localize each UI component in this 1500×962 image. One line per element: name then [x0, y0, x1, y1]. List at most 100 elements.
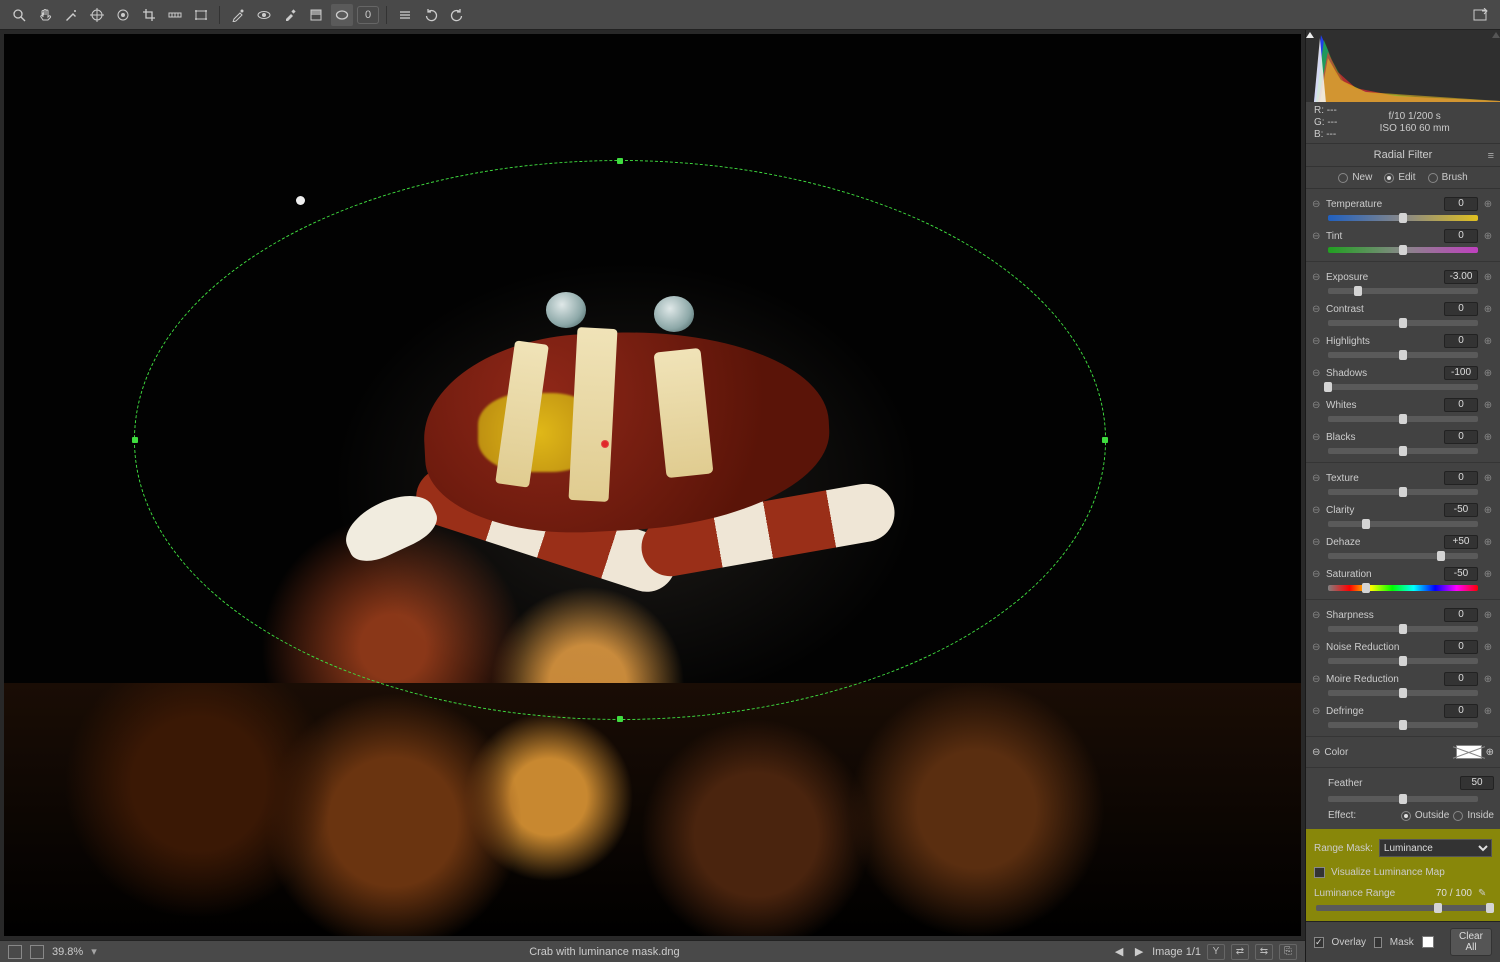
target-adjust-tool-icon[interactable] — [112, 4, 134, 26]
adjustment-brush-tool-icon[interactable] — [279, 4, 301, 26]
blacks-value[interactable]: 0 — [1444, 430, 1478, 444]
graduated-filter-tool-icon[interactable] — [305, 4, 327, 26]
copy-settings-icon[interactable]: ⎘ — [1279, 944, 1297, 960]
sharpness-slider[interactable] — [1328, 626, 1478, 632]
zoom-level[interactable]: 39.8% — [52, 946, 83, 958]
toggle-icon[interactable]: ⊖ — [1312, 642, 1322, 652]
toggle-icon[interactable]: ⊖ — [1312, 706, 1322, 716]
tint-value[interactable]: 0 — [1444, 229, 1478, 243]
rotate-ccw-icon[interactable] — [420, 4, 442, 26]
hand-tool-icon[interactable] — [34, 4, 56, 26]
open-image-icon[interactable] — [1470, 4, 1492, 26]
shadows-menu-icon[interactable]: ⊕ — [1482, 368, 1494, 379]
defringe-menu-icon[interactable]: ⊕ — [1482, 706, 1494, 717]
straighten-tool-icon[interactable] — [164, 4, 186, 26]
rotate-cw-icon[interactable] — [446, 4, 468, 26]
view-single-icon[interactable] — [30, 945, 44, 959]
toggle-icon[interactable]: ⊖ — [1312, 747, 1320, 758]
transform-tool-icon[interactable] — [190, 4, 212, 26]
whites-slider[interactable] — [1328, 416, 1478, 422]
menu-icon[interactable] — [394, 4, 416, 26]
moire-slider[interactable] — [1328, 690, 1478, 696]
toggle-icon[interactable]: ⊖ — [1312, 304, 1322, 314]
exposure-menu-icon[interactable]: ⊕ — [1482, 272, 1494, 283]
prev-image-icon[interactable]: ◀ — [1112, 945, 1126, 958]
moire-value[interactable]: 0 — [1444, 672, 1478, 686]
histogram[interactable] — [1306, 30, 1500, 102]
toggle-icon[interactable]: ⊖ — [1312, 272, 1322, 282]
highlights-menu-icon[interactable]: ⊕ — [1482, 336, 1494, 347]
moire-menu-icon[interactable]: ⊕ — [1482, 674, 1494, 685]
color-menu-icon[interactable]: ⊕ — [1486, 747, 1494, 758]
noise-menu-icon[interactable]: ⊕ — [1482, 642, 1494, 653]
exposure-value[interactable]: -3.00 — [1444, 270, 1478, 284]
temperature-menu-icon[interactable]: ⊕ — [1482, 199, 1494, 210]
panel-menu-icon[interactable]: ≡ — [1488, 150, 1494, 162]
sliders-scroll[interactable]: ⊖ Temperature 0 ⊕ ⊖ Tint 0 ⊕ ⊖ Exposure … — [1306, 189, 1500, 921]
color-swatch[interactable] — [1456, 745, 1482, 759]
feather-value[interactable]: 50 — [1460, 776, 1494, 790]
luminance-range-slider[interactable] — [1316, 905, 1490, 911]
contrast-menu-icon[interactable]: ⊕ — [1482, 304, 1494, 315]
compare-icon[interactable]: ⇄ — [1231, 944, 1249, 960]
exposure-slider[interactable] — [1328, 288, 1478, 294]
saturation-slider[interactable] — [1328, 585, 1478, 591]
temperature-value[interactable]: 0 — [1444, 197, 1478, 211]
whites-menu-icon[interactable]: ⊕ — [1482, 400, 1494, 411]
toggle-icon[interactable]: ⊖ — [1312, 505, 1322, 515]
range-mask-select[interactable]: Luminance — [1379, 839, 1492, 857]
clear-all-button[interactable]: Clear All — [1450, 928, 1492, 956]
zoom-tool-icon[interactable] — [8, 4, 30, 26]
temperature-slider[interactable] — [1328, 215, 1478, 221]
contrast-slider[interactable] — [1328, 320, 1478, 326]
mask-color-swatch[interactable] — [1422, 936, 1434, 948]
overlay-checkbox[interactable] — [1314, 937, 1324, 948]
dehaze-slider[interactable] — [1328, 553, 1478, 559]
saturation-value[interactable]: -50 — [1444, 567, 1478, 581]
blacks-menu-icon[interactable]: ⊕ — [1482, 432, 1494, 443]
toggle-icon[interactable]: ⊖ — [1312, 537, 1322, 547]
dehaze-menu-icon[interactable]: ⊕ — [1482, 537, 1494, 548]
sharpness-value[interactable]: 0 — [1444, 608, 1478, 622]
toggle-icon[interactable]: ⊖ — [1312, 432, 1322, 442]
color-sampler-tool-icon[interactable] — [86, 4, 108, 26]
contrast-value[interactable]: 0 — [1444, 302, 1478, 316]
clarity-menu-icon[interactable]: ⊕ — [1482, 505, 1494, 516]
toggle-icon[interactable]: ⊖ — [1312, 199, 1322, 209]
texture-menu-icon[interactable]: ⊕ — [1482, 473, 1494, 484]
defringe-slider[interactable] — [1328, 722, 1478, 728]
before-after-y-icon[interactable]: Y — [1207, 944, 1225, 960]
swap-icon[interactable]: ⇆ — [1255, 944, 1273, 960]
sharpness-menu-icon[interactable]: ⊕ — [1482, 610, 1494, 621]
redeye-tool-icon[interactable] — [253, 4, 275, 26]
radial-filter-tool-icon[interactable] — [331, 4, 353, 26]
visualize-luminance-checkbox[interactable] — [1314, 867, 1325, 878]
crop-tool-icon[interactable] — [138, 4, 160, 26]
tool-option-value[interactable]: 0 — [357, 6, 379, 24]
white-balance-tool-icon[interactable] — [60, 4, 82, 26]
toggle-icon[interactable]: ⊖ — [1312, 336, 1322, 346]
clarity-value[interactable]: -50 — [1444, 503, 1478, 517]
texture-slider[interactable] — [1328, 489, 1478, 495]
toggle-icon[interactable]: ⊖ — [1312, 569, 1322, 579]
toggle-icon[interactable]: ⊖ — [1312, 231, 1322, 241]
shadows-slider[interactable] — [1328, 384, 1478, 390]
filter-pin-active[interactable] — [601, 440, 609, 448]
tint-menu-icon[interactable]: ⊕ — [1482, 231, 1494, 242]
view-grid-icon[interactable] — [8, 945, 22, 959]
blacks-slider[interactable] — [1328, 448, 1478, 454]
tint-slider[interactable] — [1328, 247, 1478, 253]
texture-value[interactable]: 0 — [1444, 471, 1478, 485]
noise-value[interactable]: 0 — [1444, 640, 1478, 654]
image-canvas[interactable] — [4, 34, 1301, 936]
effect-outside[interactable]: Outside — [1401, 810, 1449, 821]
toggle-icon[interactable]: ⊖ — [1312, 473, 1322, 483]
dehaze-value[interactable]: +50 — [1444, 535, 1478, 549]
luminance-eyedropper-icon[interactable]: ✎ — [1478, 888, 1492, 899]
saturation-menu-icon[interactable]: ⊕ — [1482, 569, 1494, 580]
mode-new[interactable]: New — [1338, 172, 1372, 183]
defringe-value[interactable]: 0 — [1444, 704, 1478, 718]
mode-edit[interactable]: Edit — [1384, 172, 1415, 183]
toggle-icon[interactable]: ⊖ — [1312, 400, 1322, 410]
feather-slider[interactable] — [1328, 796, 1478, 802]
